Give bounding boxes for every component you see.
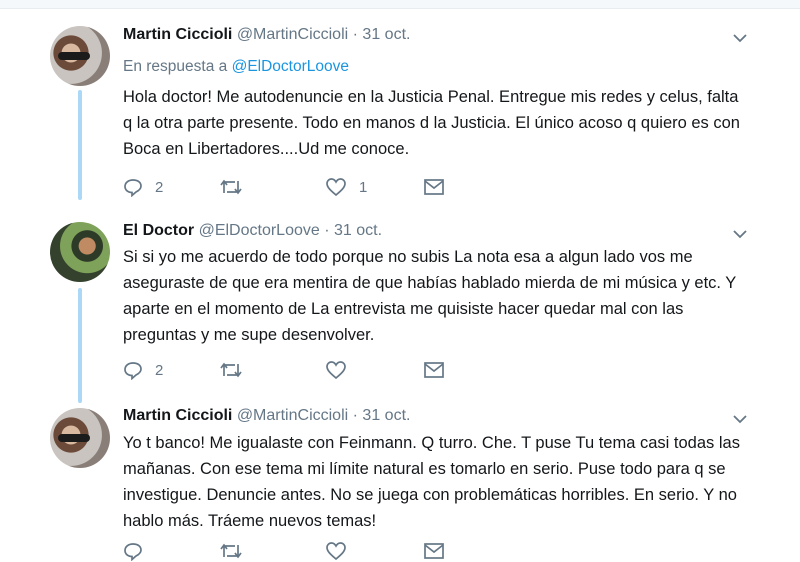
tweet-header: Martin Ciccioli @MartinCiccioli · 31 oct…	[123, 407, 410, 425]
retweet-icon	[220, 543, 242, 559]
like-button[interactable]: 1	[325, 177, 423, 197]
author-name[interactable]: Martin Ciccioli	[123, 26, 232, 43]
reply-button[interactable]: 2	[123, 177, 219, 197]
retweet-icon	[220, 362, 242, 378]
reply-context: En respuesta a @ElDoctorLoove	[123, 58, 349, 76]
reply-prefix: En respuesta a	[123, 58, 228, 75]
reply-button[interactable]	[123, 541, 219, 561]
reply-icon	[124, 362, 142, 380]
author-handle[interactable]: @MartinCiccioli	[237, 26, 348, 43]
tweet-actions: 2	[123, 359, 445, 381]
message-icon	[424, 543, 444, 559]
message-icon	[424, 362, 444, 378]
avatar[interactable]	[50, 408, 110, 468]
reply-count: 2	[155, 178, 164, 196]
tweet-text: Si si yo me acuerdo de todo porque no su…	[123, 248, 737, 344]
message-button[interactable]	[423, 177, 445, 197]
tweet-actions: 2 1	[123, 176, 445, 198]
message-button[interactable]	[423, 360, 445, 380]
reply-count: 2	[155, 361, 164, 379]
reply-icon	[124, 179, 142, 197]
thread-line	[78, 288, 82, 403]
avatar[interactable]	[50, 222, 110, 282]
retweet-icon	[220, 179, 242, 195]
separator-dot: ·	[352, 407, 358, 424]
like-icon	[326, 542, 346, 561]
like-button[interactable]	[325, 541, 423, 561]
reply-handle-link[interactable]: @ElDoctorLoove	[232, 58, 349, 75]
separator-dot: ·	[324, 222, 330, 239]
like-button[interactable]	[325, 360, 423, 380]
message-button[interactable]	[423, 541, 445, 561]
chevron-down-icon[interactable]	[732, 411, 748, 427]
retweet-button[interactable]	[219, 177, 325, 197]
chevron-down-icon[interactable]	[732, 226, 748, 242]
message-icon	[424, 179, 444, 195]
author-name[interactable]: Martin Ciccioli	[123, 407, 232, 424]
tweet-date[interactable]: 31 oct.	[334, 222, 382, 239]
like-icon	[326, 361, 346, 380]
tweet-date[interactable]: 31 oct.	[362, 26, 410, 43]
like-count: 1	[359, 178, 368, 196]
avatar[interactable]	[50, 26, 110, 86]
tweet-text: Hola doctor! Me autodenuncie en la Justi…	[123, 88, 740, 158]
reply-button[interactable]: 2	[123, 360, 219, 380]
tweet-date[interactable]: 31 oct.	[362, 407, 410, 424]
reply-icon	[124, 543, 142, 561]
author-handle[interactable]: @ElDoctorLoove	[199, 222, 320, 239]
tweet-header: El Doctor @ElDoctorLoove · 31 oct.	[123, 222, 382, 240]
tweet-actions	[123, 540, 445, 562]
chevron-down-icon[interactable]	[732, 30, 748, 46]
like-icon	[326, 178, 346, 197]
author-name[interactable]: El Doctor	[123, 222, 194, 239]
separator-dot: ·	[352, 26, 358, 43]
retweet-button[interactable]	[219, 541, 325, 561]
thread-line	[78, 90, 82, 200]
retweet-button[interactable]	[219, 360, 325, 380]
author-handle[interactable]: @MartinCiccioli	[237, 407, 348, 424]
top-divider	[0, 0, 800, 9]
tweet-text: Yo t banco! Me igualaste con Feinmann. Q…	[123, 434, 740, 530]
tweet-header: Martin Ciccioli @MartinCiccioli · 31 oct…	[123, 26, 410, 44]
